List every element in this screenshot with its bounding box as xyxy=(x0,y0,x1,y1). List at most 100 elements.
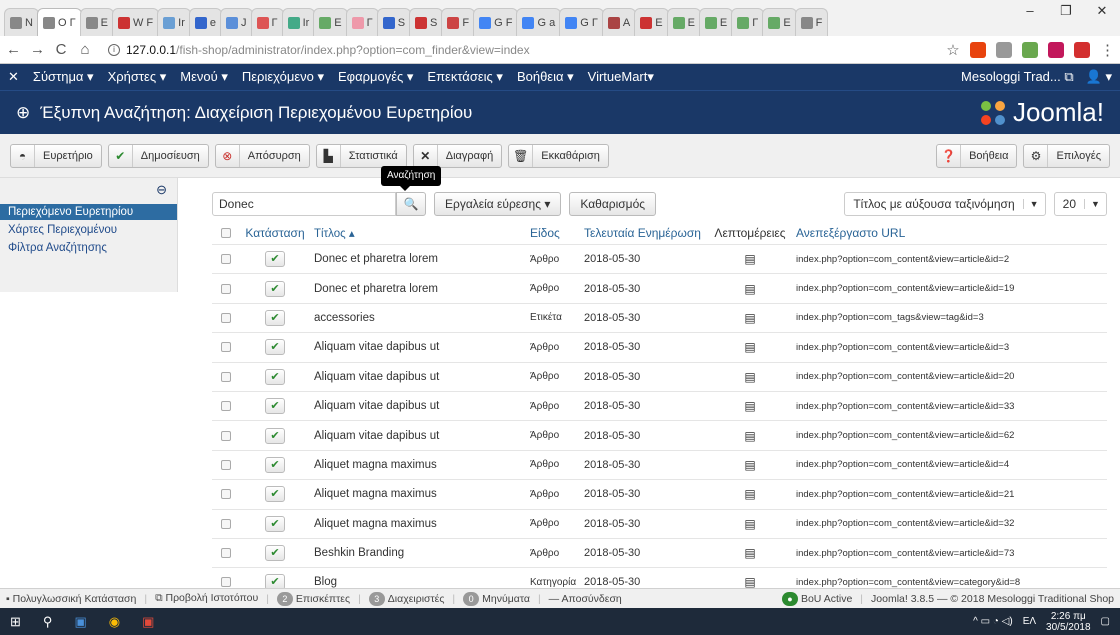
column-updated[interactable]: Τελευταία Ενημέρωση xyxy=(584,226,710,240)
messages-link[interactable]: 0 Μηνύματα xyxy=(463,591,530,606)
row-checkbox[interactable] xyxy=(221,254,231,265)
row-checkbox[interactable] xyxy=(221,518,231,529)
site-name-link[interactable]: Mesologgi Trad... ⧉ xyxy=(961,69,1074,85)
published-toggle-icon[interactable]: ✔ xyxy=(265,251,285,268)
browser-tab[interactable]: Γ xyxy=(250,8,284,36)
search-icon[interactable]: ⚲ xyxy=(43,614,53,630)
list-limit-select[interactable]: 20 ▼ xyxy=(1053,192,1107,216)
published-toggle-icon[interactable]: ✔ xyxy=(265,545,285,562)
details-icon[interactable]: ▤ xyxy=(744,487,755,501)
language-indicator[interactable]: ΕΛ xyxy=(1023,616,1036,627)
info-icon[interactable]: i xyxy=(108,43,120,56)
admin-menu-item[interactable]: Εφαρμογές ▾ xyxy=(338,69,413,85)
purge-button[interactable]: 🗑 Εκκαθάριση xyxy=(508,143,609,168)
minimize-button[interactable]: – xyxy=(1012,0,1048,24)
admin-menu-item[interactable]: Επεκτάσεις ▾ xyxy=(427,69,503,85)
browser-tab[interactable]: W F xyxy=(111,8,160,36)
column-title[interactable]: Τίτλος ▴ xyxy=(310,226,530,240)
app-icon[interactable]: ▣ xyxy=(142,614,154,630)
search-button[interactable]: 🔍 xyxy=(396,192,426,216)
browser-tab[interactable]: E xyxy=(666,8,701,36)
extension-icon[interactable] xyxy=(1022,41,1038,58)
sidebar-item-content-maps[interactable]: Χάρτες Περιεχομένου xyxy=(0,222,177,238)
row-checkbox[interactable] xyxy=(221,342,231,353)
published-toggle-icon[interactable]: ✔ xyxy=(265,486,285,503)
browser-tab[interactable]: O Γ xyxy=(36,8,82,36)
clear-button[interactable]: Καθαρισμός xyxy=(569,192,657,216)
pocket-extension-icon[interactable] xyxy=(1048,41,1064,58)
visitors-link[interactable]: 2 Επισκέπτες xyxy=(276,591,350,606)
extension-icon[interactable] xyxy=(996,41,1012,58)
column-state[interactable]: Κατάσταση xyxy=(240,226,310,240)
details-icon[interactable]: ▤ xyxy=(744,282,755,296)
notifications-icon[interactable]: ▢ xyxy=(1101,616,1110,627)
admin-menu-item[interactable]: Μενού ▾ xyxy=(180,69,228,85)
browser-tab[interactable]: E xyxy=(762,8,797,36)
browser-tab[interactable]: Ir xyxy=(281,8,316,36)
published-toggle-icon[interactable]: ✔ xyxy=(265,427,285,444)
row-checkbox[interactable] xyxy=(221,430,231,441)
preview-site-link[interactable]: ⧉ Προβολή Ιστοτόπου xyxy=(155,592,258,605)
sidebar-item-index-content[interactable]: Περιεχόμενο Ευρετηρίου xyxy=(0,204,177,220)
row-checkbox[interactable] xyxy=(221,312,231,323)
chrome-icon[interactable]: ◉ xyxy=(109,614,120,630)
opera-extension-icon[interactable] xyxy=(970,41,986,58)
row-checkbox[interactable] xyxy=(221,401,231,412)
reload-icon[interactable]: C xyxy=(54,41,68,58)
browser-tab[interactable]: Γ xyxy=(345,8,379,36)
back-arrow-icon[interactable]: ← xyxy=(6,41,21,58)
publish-button[interactable]: ✔ Δημοσίευση xyxy=(107,143,209,168)
published-toggle-icon[interactable]: ✔ xyxy=(265,339,285,356)
browser-tab[interactable]: E xyxy=(634,8,669,36)
details-icon[interactable]: ▤ xyxy=(744,429,755,443)
forward-arrow-icon[interactable]: → xyxy=(30,41,45,58)
search-input[interactable]: Donec xyxy=(212,192,396,216)
details-icon[interactable]: ▤ xyxy=(744,311,755,325)
admin-menu-item[interactable]: Περιεχόμενο ▾ xyxy=(242,69,324,85)
sidebar-item-search-filters[interactable]: Φίλτρα Αναζήτησης xyxy=(0,240,177,256)
delete-button[interactable]: ✕ Διαγραφή xyxy=(412,143,503,168)
user-menu[interactable]: 👤 ▾ xyxy=(1086,69,1112,85)
row-checkbox[interactable] xyxy=(221,548,231,559)
bou-status[interactable]: ● BoU Active xyxy=(781,591,852,606)
extension-icon[interactable] xyxy=(1074,41,1090,58)
browser-tab[interactable]: G a xyxy=(516,8,562,36)
published-toggle-icon[interactable]: ✔ xyxy=(265,456,285,473)
published-toggle-icon[interactable]: ✔ xyxy=(265,398,285,415)
clock[interactable]: 2:26 πμ 30/5/2018 xyxy=(1046,611,1091,633)
sidebar-collapse-icon[interactable]: ⊖ xyxy=(156,182,167,198)
admin-menu-item[interactable]: Βοήθεια ▾ xyxy=(517,69,574,85)
published-toggle-icon[interactable]: ✔ xyxy=(265,309,285,326)
statistics-button[interactable]: ▙ Στατιστικά xyxy=(315,143,407,168)
details-icon[interactable]: ▤ xyxy=(744,458,755,472)
browser-tab[interactable]: J xyxy=(220,8,253,36)
unpublish-button[interactable]: ⊗ Απόσυρση xyxy=(214,143,310,168)
home-icon[interactable]: ⌂ xyxy=(78,41,92,58)
browser-tab[interactable]: Ir xyxy=(157,8,191,36)
browser-tab[interactable]: G F xyxy=(473,8,519,36)
column-url[interactable]: Ανεπεξέργαστο URL xyxy=(790,226,1107,240)
browser-tab[interactable]: E xyxy=(313,8,348,36)
joomla-small-logo-icon[interactable]: ✕ xyxy=(8,69,19,85)
details-icon[interactable]: ▤ xyxy=(744,252,755,266)
browser-tab[interactable]: F xyxy=(794,8,829,36)
url-bar[interactable]: i 127.0.0.1/fish-shop/administrator/inde… xyxy=(102,39,936,61)
browser-tab[interactable]: G Γ xyxy=(559,8,604,36)
search-tools-button[interactable]: Εργαλεία εύρεσης ▾ xyxy=(434,192,562,216)
published-toggle-icon[interactable]: ✔ xyxy=(265,368,285,385)
admins-link[interactable]: 3 Διαχειριστές xyxy=(368,591,444,606)
details-icon[interactable]: ▤ xyxy=(744,340,755,354)
browser-tab[interactable]: E xyxy=(698,8,734,36)
browser-tab[interactable]: N xyxy=(4,8,39,36)
browser-tab[interactable]: e xyxy=(188,8,222,36)
details-icon[interactable]: ▤ xyxy=(744,370,755,384)
published-toggle-icon[interactable]: ✔ xyxy=(265,280,285,297)
tray-icons[interactable]: ^ ▭ ◔ ◁) xyxy=(973,616,1013,627)
help-button[interactable]: ❓ Βοήθεια xyxy=(936,143,1018,168)
logout-link[interactable]: — Αποσύνδεση xyxy=(549,593,622,605)
row-checkbox[interactable] xyxy=(221,371,231,382)
browser-tab[interactable]: S xyxy=(376,8,412,36)
admin-menu-item[interactable]: Σύστημα ▾ xyxy=(33,69,94,85)
select-all-checkbox[interactable] xyxy=(221,228,231,238)
options-button[interactable]: ⚙ Επιλογές xyxy=(1023,143,1110,168)
